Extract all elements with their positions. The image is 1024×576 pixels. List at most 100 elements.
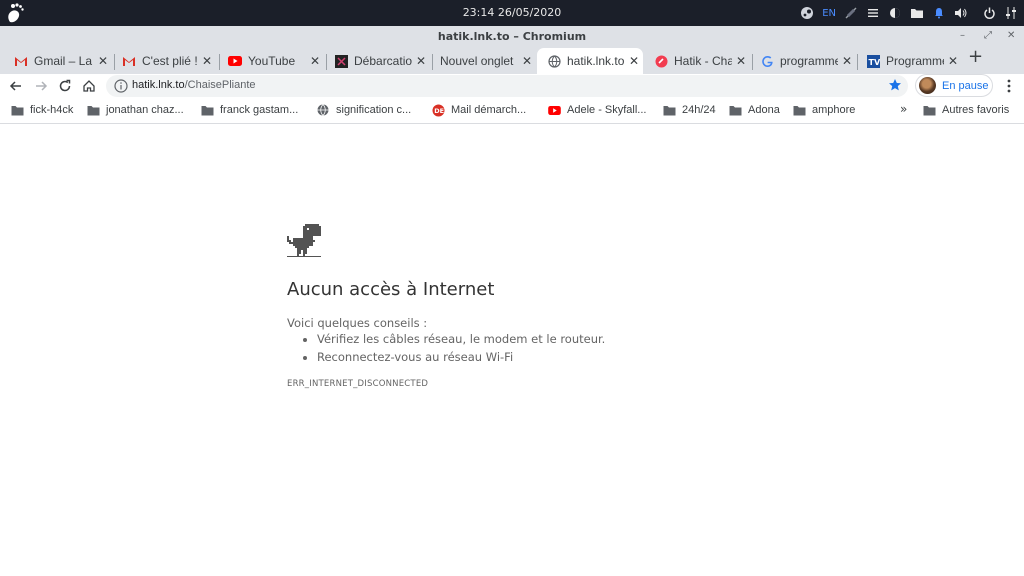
close-tab-icon[interactable]: ✕ bbox=[198, 54, 216, 68]
bookmark-star-icon[interactable] bbox=[888, 78, 902, 92]
system-top-panel: 23:14 26/05/2020 EN bbox=[0, 0, 1024, 26]
bookmarks-overflow-button[interactable]: » bbox=[900, 102, 907, 116]
folder-icon bbox=[922, 104, 936, 116]
bookmark-adele[interactable]: Adele - Skyfall... bbox=[547, 104, 646, 116]
system-tray: EN bbox=[800, 4, 1018, 22]
close-tab-icon[interactable]: ✕ bbox=[732, 54, 750, 68]
folder-icon bbox=[728, 104, 742, 116]
new-tab-button[interactable]: + bbox=[968, 46, 983, 67]
close-tab-icon[interactable]: ✕ bbox=[412, 54, 430, 68]
youtube-icon bbox=[228, 54, 242, 68]
bookmark-label: fick-h4ck bbox=[30, 104, 74, 116]
close-tab-icon[interactable]: ✕ bbox=[306, 54, 324, 68]
tab-youtube[interactable]: YouTube ✕ bbox=[218, 48, 324, 74]
folder-icon bbox=[86, 104, 100, 116]
suggestion-item: Reconnectez-vous au réseau Wi-Fi bbox=[317, 350, 605, 364]
close-tab-icon[interactable]: ✕ bbox=[94, 54, 112, 68]
address-bar[interactable]: hatik.lnk.to/ChaisePliante bbox=[106, 75, 908, 97]
bookmarks-bar: fick-h4ck jonathan chaz... franck gastam… bbox=[0, 98, 1024, 124]
back-button[interactable] bbox=[6, 76, 26, 96]
tab-title: Nouvel onglet bbox=[440, 54, 514, 68]
tab-hatik-active[interactable]: hatik.lnk.to ✕ bbox=[537, 48, 643, 74]
suggestions-list: Vérifiez les câbles réseau, le modem et … bbox=[317, 332, 605, 368]
bookmark-signification[interactable]: signification c... bbox=[316, 104, 411, 116]
tab-debarcation[interactable]: Débarcatio ✕ bbox=[324, 48, 430, 74]
error-code: ERR_INTERNET_DISCONNECTED bbox=[287, 379, 429, 389]
settings-icon[interactable] bbox=[1004, 6, 1018, 20]
offline-dinosaur-icon[interactable] bbox=[287, 224, 321, 258]
network-off-icon[interactable] bbox=[844, 6, 858, 20]
tab-programme-tv[interactable]: TV Programme ✕ bbox=[856, 48, 962, 74]
more-menu-icon[interactable] bbox=[1002, 78, 1016, 94]
home-button[interactable] bbox=[79, 76, 99, 96]
bookmark-fick-h4ck[interactable]: fick-h4ck bbox=[10, 104, 73, 116]
bookmark-label: Autres favoris bbox=[942, 104, 1010, 116]
bookmark-label: Mail démarch... bbox=[451, 104, 527, 116]
bookmark-amphore[interactable]: amphore bbox=[792, 104, 855, 116]
svg-text:DE: DE bbox=[434, 107, 444, 115]
close-window-button[interactable]: ✕ bbox=[1007, 30, 1015, 41]
keyboard-layout[interactable]: EN bbox=[822, 6, 836, 20]
info-icon[interactable] bbox=[114, 79, 128, 93]
profile-status-label: En pause bbox=[942, 79, 989, 92]
forward-button[interactable] bbox=[31, 76, 51, 96]
bookmark-other-favorites[interactable]: Autres favoris bbox=[922, 104, 1009, 116]
globe-icon bbox=[316, 104, 330, 116]
gmail-icon bbox=[14, 54, 28, 68]
gmail-icon bbox=[122, 54, 136, 68]
close-tab-icon[interactable]: ✕ bbox=[518, 54, 536, 68]
tab-title: YouTube bbox=[248, 54, 296, 68]
tv-icon: TV bbox=[866, 54, 880, 68]
close-tab-icon[interactable]: ✕ bbox=[944, 54, 962, 68]
browser-toolbar: hatik.lnk.to/ChaisePliante En pause bbox=[0, 74, 1024, 98]
bookmark-label: 24h/24 bbox=[682, 104, 716, 116]
tab-strip: Gmail – La m ✕ C'est plié ! ✕ YouTube ✕ … bbox=[0, 46, 1024, 74]
tab-programme-google[interactable]: programme ✕ bbox=[750, 48, 856, 74]
profile-paused-button[interactable]: En pause bbox=[915, 74, 993, 97]
maximize-button[interactable]: ⤢ bbox=[984, 30, 992, 41]
bookmark-adona[interactable]: Adona bbox=[728, 104, 780, 116]
bookmark-franck[interactable]: franck gastam... bbox=[200, 104, 298, 116]
tab-title: hatik.lnk.to bbox=[567, 54, 625, 68]
globe-icon bbox=[547, 54, 561, 68]
bookmark-label: franck gastam... bbox=[220, 104, 299, 116]
window-title: hatik.lnk.to – Chromium bbox=[437, 30, 587, 43]
close-tab-icon[interactable]: ✕ bbox=[625, 54, 643, 68]
folder-icon bbox=[662, 104, 676, 116]
youtube-icon bbox=[547, 104, 561, 116]
google-icon bbox=[760, 54, 774, 68]
offline-error-page: Aucun accès à Internet Voici quelques co… bbox=[287, 224, 787, 389]
avatar bbox=[919, 77, 936, 94]
minimize-button[interactable]: – bbox=[960, 30, 965, 41]
bookmark-24h24[interactable]: 24h/24 bbox=[662, 104, 716, 116]
bookmark-label: jonathan chaz... bbox=[106, 104, 184, 116]
window-titlebar[interactable]: hatik.lnk.to – Chromium – ⤢ ✕ bbox=[0, 26, 1024, 46]
tab-title: Hatik - Chai bbox=[674, 54, 732, 68]
tab-title: Gmail – La m bbox=[34, 54, 94, 68]
menu-icon[interactable] bbox=[866, 6, 880, 20]
tab-hatik-chaise[interactable]: Hatik - Chai ✕ bbox=[644, 48, 750, 74]
steam-icon[interactable] bbox=[800, 6, 814, 20]
power-icon[interactable] bbox=[982, 6, 996, 20]
folder-icon[interactable] bbox=[910, 6, 924, 20]
bookmark-mail[interactable]: DE Mail démarch... bbox=[431, 104, 526, 116]
tab-new-tab[interactable]: Nouvel onglet ✕ bbox=[430, 48, 536, 74]
tab-cest-plie[interactable]: C'est plié ! ✕ bbox=[112, 48, 216, 74]
bookmark-jonathan[interactable]: jonathan chaz... bbox=[86, 104, 184, 116]
site-icon bbox=[334, 54, 348, 68]
bookmark-label: amphore bbox=[812, 104, 856, 116]
suggestion-item: Vérifiez les câbles réseau, le modem et … bbox=[317, 332, 605, 346]
svg-text:TV: TV bbox=[868, 58, 880, 67]
url-text[interactable]: hatik.lnk.to/ChaisePliante bbox=[132, 79, 256, 91]
volume-icon[interactable] bbox=[954, 6, 968, 20]
tab-title: programme bbox=[780, 54, 838, 68]
close-tab-icon[interactable]: ✕ bbox=[838, 54, 856, 68]
notification-bell-icon[interactable] bbox=[932, 6, 946, 20]
night-mode-icon[interactable] bbox=[888, 6, 902, 20]
reload-button[interactable] bbox=[55, 76, 75, 96]
tab-gmail[interactable]: Gmail – La m ✕ bbox=[4, 48, 112, 74]
error-title: Aucun accès à Internet bbox=[287, 279, 495, 300]
bookmark-label: Adona bbox=[748, 104, 780, 116]
suggestions-heading: Voici quelques conseils : bbox=[287, 316, 428, 330]
tab-title: C'est plié ! bbox=[142, 54, 198, 68]
